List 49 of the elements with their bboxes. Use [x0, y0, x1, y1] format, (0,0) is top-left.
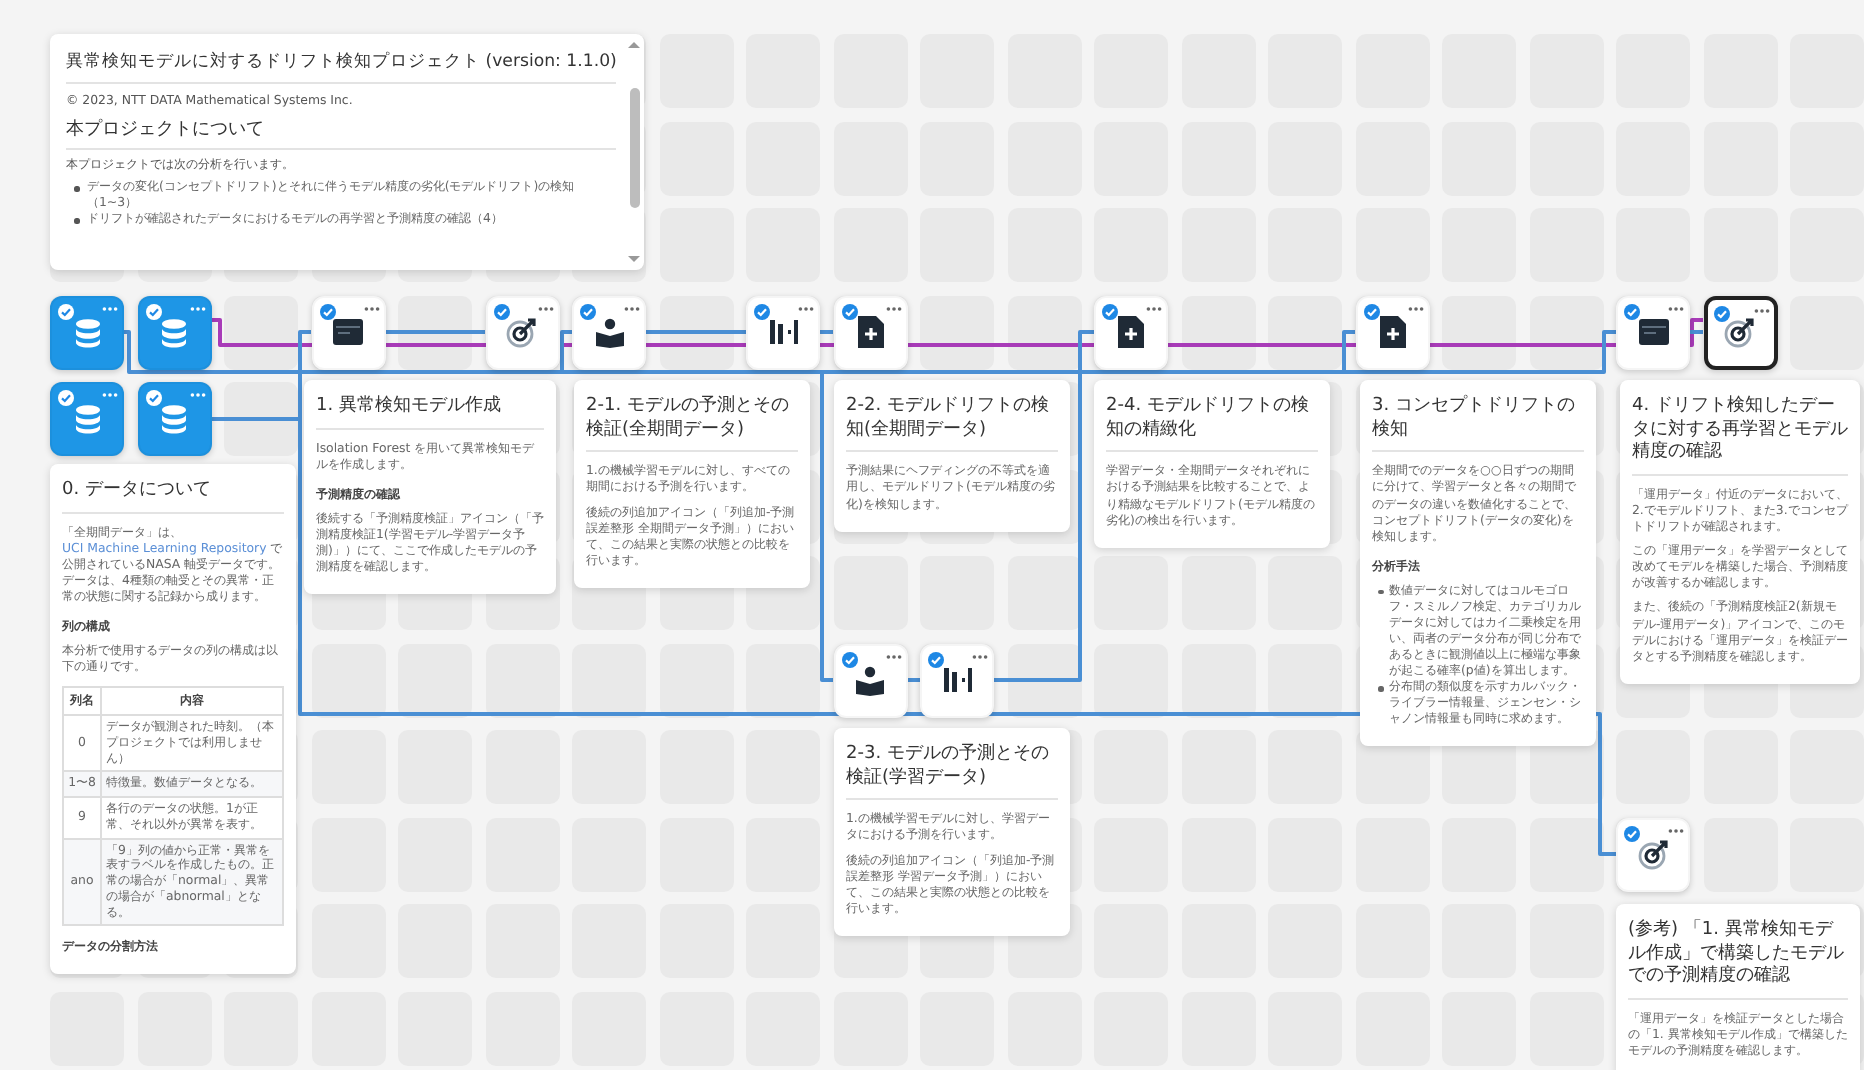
more-icon[interactable]	[798, 305, 814, 311]
project-title: 異常検知モデルに対するドリフト検知プロジェクト (version: 1.1.0)	[66, 50, 617, 84]
card-title: 2-4. モデルドリフトの検知の精緻化	[1106, 396, 1318, 453]
book-icon	[854, 665, 886, 695]
more-icon[interactable]	[1146, 305, 1162, 311]
more-icon[interactable]	[1668, 827, 1684, 833]
book-icon	[593, 317, 625, 347]
more-icon[interactable]	[1668, 305, 1684, 311]
database-icon	[73, 317, 101, 347]
database-icon	[73, 404, 101, 434]
bullet-icon	[74, 218, 79, 224]
card-title: (参考) 「1. 異常検知モデル作成」で構築したモデルでの予測精度の確認	[1628, 920, 1848, 1001]
card-title: 3. コンセプトドリフトの検知	[1372, 396, 1584, 453]
card-title: 2-3. モデルの予測とその検証(学習データ)	[846, 744, 1058, 801]
target-icon	[506, 316, 538, 348]
more-icon[interactable]	[1407, 305, 1423, 311]
more-icon[interactable]	[537, 305, 553, 311]
more-icon[interactable]	[624, 305, 640, 311]
card-title: 0. データについて	[62, 480, 284, 514]
more-icon[interactable]	[363, 305, 379, 311]
target-icon	[1637, 838, 1669, 870]
database-icon	[160, 317, 188, 347]
card-title: 2-1. モデルの予測とその検証(全期間データ)	[586, 396, 798, 453]
bullet-icon	[1378, 589, 1383, 595]
file-plus-icon	[1379, 316, 1405, 348]
section-heading: 本プロジェクトについて	[66, 116, 617, 150]
more-icon[interactable]	[189, 305, 205, 311]
card-title: 4. ドリフト検知したデータに対する再学習とモデル精度の確認	[1632, 396, 1848, 477]
card-title: 2-2. モデルドリフトの検知(全期間データ)	[846, 396, 1058, 453]
scrollbar[interactable]	[628, 42, 641, 262]
more-icon[interactable]	[885, 653, 901, 659]
window-icon	[1637, 318, 1669, 346]
bullet-icon	[74, 186, 79, 191]
bullet-icon	[1378, 686, 1383, 692]
database-icon	[160, 404, 188, 434]
card-title: 1. 異常検知モデル作成	[316, 396, 544, 430]
more-icon[interactable]	[102, 305, 118, 311]
more-icon[interactable]	[972, 653, 988, 659]
file-plus-icon	[857, 316, 883, 348]
more-icon[interactable]	[189, 392, 205, 398]
target-icon	[1724, 316, 1756, 348]
file-plus-icon	[1118, 316, 1144, 348]
bars-icon	[767, 318, 799, 346]
window-icon	[332, 318, 364, 346]
more-icon[interactable]	[1753, 307, 1769, 313]
bars-icon	[941, 666, 973, 694]
more-icon[interactable]	[885, 305, 901, 311]
workflow-node[interactable]	[1703, 295, 1777, 369]
more-icon[interactable]	[102, 392, 118, 398]
